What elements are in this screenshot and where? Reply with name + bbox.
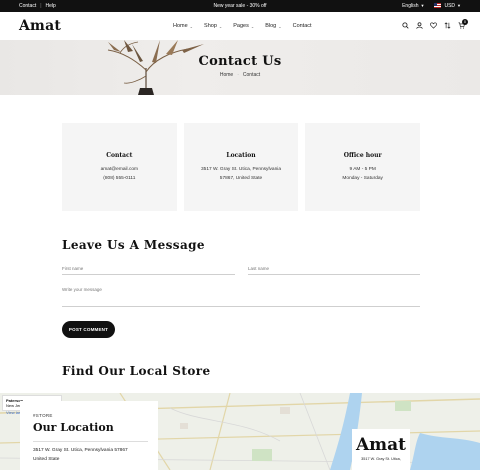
cart-button[interactable]: 0 [458, 19, 468, 29]
store-address-line: United State [33, 457, 60, 462]
message-textarea[interactable]: Write your message [62, 287, 420, 307]
page-hero: Contact Us Home · Contact [0, 40, 480, 95]
store-marker-address: 3517 W. Gray St. Utica, [361, 457, 401, 461]
card-title: Office hour [343, 152, 382, 159]
card-line: Monday - Saturday [342, 176, 383, 181]
breadcrumb-home-link[interactable]: Home [220, 72, 233, 78]
chevron-down-icon: ⌄ [218, 23, 223, 29]
office-hour-card: Office hour 9 AM - 5 PM Monday - Saturda… [305, 123, 421, 211]
nav-item-pages[interactable]: Pages ⌄ [233, 23, 254, 29]
us-flag-icon [434, 3, 442, 9]
store-logo: Amat [355, 435, 407, 455]
store-location-card: #STORE Our Location 3517 W. Gray St. Uti… [20, 401, 158, 470]
heart-icon[interactable] [430, 22, 437, 29]
chevron-down-icon: ▼ [420, 3, 425, 8]
chevron-down-icon: ⌄ [278, 23, 282, 29]
search-icon[interactable] [402, 22, 409, 29]
chevron-down-icon: ⌄ [250, 23, 255, 29]
location-card: Location 3517 W. Gray St. Utica, Pennsyl… [183, 123, 299, 211]
currency-select[interactable]: USD ▼ [434, 3, 461, 9]
site-header: Amat Home ⌄ Shop ⌄ Pages ⌄ Blog ⌄ Contact 0 [0, 12, 480, 40]
contact-card: Contact amat@email.com (808) 555-0111 [62, 123, 177, 211]
card-title: Contact [106, 152, 133, 159]
card-line[interactable]: amat@email.com [62, 165, 177, 174]
nav-item-label: Pages [233, 23, 249, 29]
card-line: 3517 W. Gray St. Utica, Pennsylvania [201, 167, 281, 172]
card-title: Location [226, 152, 256, 159]
language-select[interactable]: English ▼ [402, 3, 424, 9]
chevron-down-icon: ▼ [457, 3, 461, 8]
nav-item-contact[interactable]: Contact [293, 23, 312, 29]
nav-item-shop[interactable]: Shop ⌄ [204, 23, 222, 29]
nav-item-blog[interactable]: Blog ⌄ [265, 23, 281, 29]
nav-item-label: Contact [292, 23, 312, 29]
contact-info-cards: Contact amat@email.com (808) 555-0111 Lo… [62, 123, 421, 211]
nav-item-label: Blog [265, 23, 277, 29]
currency-label: USD [444, 3, 456, 9]
nav-item-label: Shop [204, 23, 217, 29]
breadcrumb: Home · Contact [0, 72, 480, 78]
card-line: 9 AM - 5 PM [349, 167, 376, 172]
map-store-marker-card[interactable]: Amat 3517 W. Gray St. Utica, [352, 429, 410, 470]
first-name-field[interactable]: First name [62, 266, 235, 275]
cart-count-badge: 0 [462, 19, 468, 25]
card-line[interactable]: (808) 555-0111 [62, 174, 177, 183]
store-section-title: Find Our Local Store [62, 364, 211, 378]
chevron-down-icon: ⌄ [189, 23, 194, 29]
main-nav: Home ⌄ Shop ⌄ Pages ⌄ Blog ⌄ Contact [173, 23, 312, 29]
store-address-line: 3517 W. Gray St. Utica, Pennsylvania 578… [33, 448, 128, 453]
breadcrumb-current: Contact [242, 72, 261, 78]
nav-item-home[interactable]: Home ⌄ [173, 23, 193, 29]
card-line: 57867, United State [219, 176, 263, 181]
nav-item-label: Home [173, 23, 188, 29]
store-kicker: #STORE [33, 413, 53, 418]
topbar-selectors: English ▼ USD ▼ [402, 3, 461, 9]
top-bar: Contact | Help New year sale - 30% off E… [0, 0, 480, 12]
message-section-title: Leave Us A Message [62, 238, 205, 252]
header-icons: 0 [402, 19, 468, 29]
compare-icon[interactable] [444, 22, 451, 29]
post-comment-button[interactable]: POST COMMENT [62, 321, 115, 338]
user-icon[interactable] [416, 22, 423, 29]
language-label: English [402, 3, 419, 9]
store-card-title: Our Location [33, 421, 148, 442]
site-logo[interactable]: Amat [19, 18, 61, 34]
breadcrumb-separator: · [237, 72, 239, 78]
page-title: Contact Us [198, 54, 282, 69]
last-name-field[interactable]: Last name [248, 266, 420, 275]
